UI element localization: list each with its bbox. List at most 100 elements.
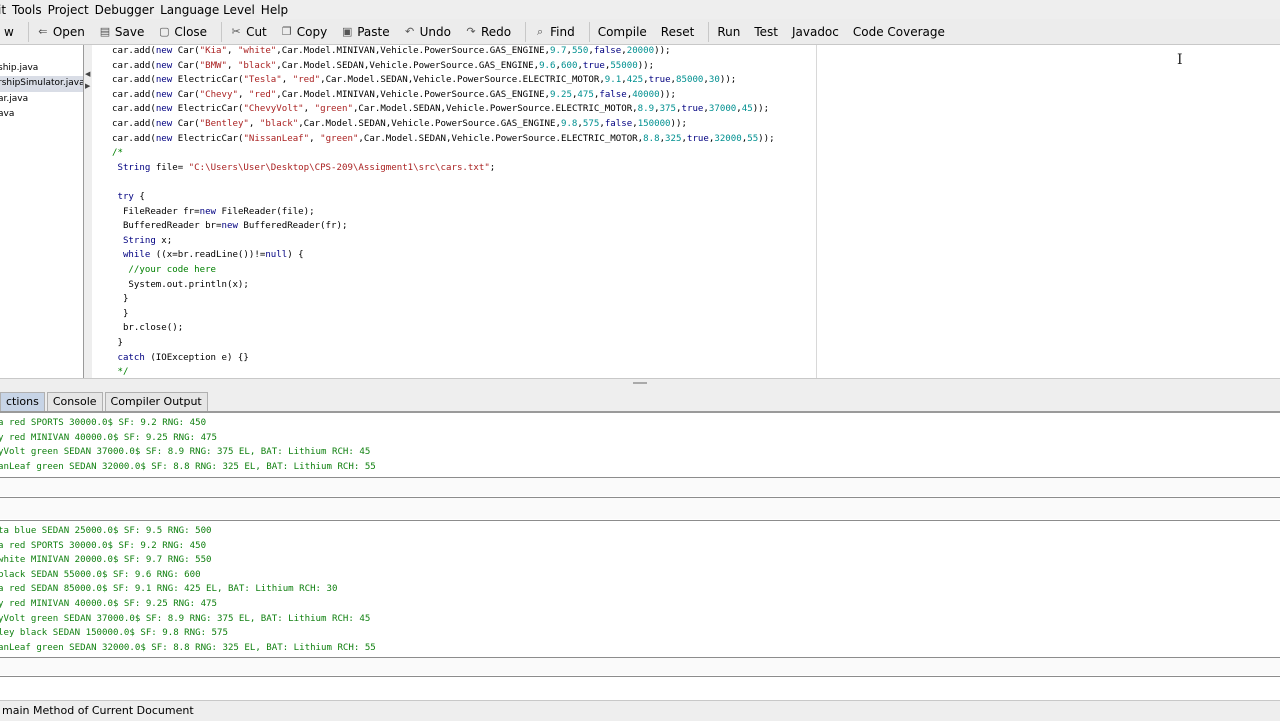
output-line: y red MINIVAN 40000.0$ SF: 9.25 RNG: 475	[0, 599, 217, 609]
code-line: }	[112, 294, 129, 305]
toolbar-button-9[interactable]: ↷ Redo	[461, 20, 515, 43]
toolbar-button-13[interactable]: Run	[713, 20, 744, 43]
status-bar: main Method of Current Document	[0, 700, 1280, 721]
code-line: */	[112, 367, 129, 378]
toolbar-button-2[interactable]: ⇐ Open	[33, 20, 89, 43]
code-line: br.close();	[112, 323, 184, 334]
splitter-grip-icon[interactable]	[633, 382, 647, 384]
code-line: catch (IOException e) {}	[117, 352, 249, 363]
toolbar-button-label: Test	[754, 24, 778, 39]
code-line: /*	[112, 148, 123, 159]
code-line: }	[112, 308, 129, 319]
toolbar-button-11[interactable]: Compile	[594, 20, 651, 43]
toolbar-button-label: w	[4, 24, 14, 39]
toolbar-button-label: Javadoc	[791, 24, 839, 39]
toolbar-button-14[interactable]: Test	[750, 20, 782, 43]
toolbar-button-label: Compile	[597, 24, 647, 39]
toolbar-button-8[interactable]: ↶ Undo	[400, 20, 455, 43]
code-line: car.add(new ElectricCar("NissanLeaf", "g…	[112, 133, 775, 144]
splitter-expand-icon[interactable]: ▶	[85, 82, 90, 90]
interactions-output-top: a red SPORTS 30000.0$ SF: 9.2 RNG: 450 y …	[0, 413, 1280, 475]
toolbar-separator	[588, 21, 590, 42]
code-line: try {	[117, 192, 145, 202]
menu-item-1[interactable]: it	[0, 3, 12, 17]
toolbar-button-16[interactable]: Code Coverage	[849, 20, 949, 43]
code-line: car.add(new Car("Chevy", "red",Car.Model…	[112, 89, 677, 100]
menu-bar: itToolsProjectDebuggerLanguage LevelHelp	[0, 0, 1280, 19]
toolbar-button-1[interactable]: w	[0, 20, 18, 43]
paste-icon: ▣	[342, 25, 353, 38]
code-line: car.add(new Car("Bentley", "black",Car.M…	[112, 119, 687, 129]
output-line: a red SEDAN 85000.0$ SF: 9.1 RNG: 425 EL…	[0, 584, 338, 595]
output-line: ta blue SEDAN 25000.0$ SF: 9.5 RNG: 500	[0, 526, 212, 536]
file-list-panel: ship.javarshipSimulator.javaar.javaava ◀…	[0, 45, 84, 378]
toolbar-button-6[interactable]: ❐ Copy	[277, 20, 331, 43]
toolbar-button-4[interactable]: ▢ Close	[154, 20, 211, 43]
tab-2[interactable]: Console	[46, 392, 103, 411]
toolbar-button-label: Copy	[296, 24, 328, 39]
toolbar-button-10[interactable]: ⌕ Find	[530, 20, 579, 43]
toolbar-button-label: Open	[52, 24, 85, 39]
splitter-collapse-icon[interactable]: ◀	[85, 70, 90, 78]
toolbar-button-label: Run	[717, 24, 741, 39]
output-line: white MINIVAN 20000.0$ SF: 9.7 RNG: 550	[0, 555, 212, 566]
file-item[interactable]: rshipSimulator.java	[0, 76, 83, 92]
file-item[interactable]	[0, 45, 83, 61]
toolbar-button-label: Redo	[480, 24, 512, 39]
code-editor[interactable]: car.add(new Car("Kia", "white",Car.Model…	[92, 45, 1280, 378]
bottom-tabs: ctions Console Compiler Output	[0, 390, 1280, 413]
toolbar-button-label: Cut	[246, 24, 267, 39]
interactions-output-bottom: ta blue SEDAN 25000.0$ SF: 9.5 RNG: 500 a…	[0, 521, 1280, 656]
output-line: anLeaf green SEDAN 32000.0$ SF: 8.8 RNG:…	[0, 642, 376, 653]
toolbar-separator	[27, 21, 29, 42]
blank-area	[0, 478, 1280, 496]
tab-3[interactable]: Compiler Output	[104, 392, 208, 411]
cut-icon: ✂	[231, 25, 241, 38]
undo-icon: ↶	[405, 25, 415, 38]
status-text: main Method of Current Document	[2, 704, 194, 717]
blank-area	[0, 658, 1280, 675]
code-line: System.out.println(x);	[112, 279, 249, 290]
toolbar-button-15[interactable]: Javadoc	[788, 20, 843, 43]
toolbar-button-7[interactable]: ▣ Paste	[337, 20, 393, 43]
redo-icon: ↷	[466, 25, 476, 38]
code-line: }	[112, 338, 123, 348]
file-item[interactable]: ar.java	[0, 92, 83, 108]
toolbar-button-label: Paste	[357, 24, 390, 39]
menu-item-4[interactable]: Debugger	[95, 3, 160, 17]
code-line: while ((x=br.readLine())!=null) {	[122, 250, 304, 261]
toolbar-button-label: Reset	[660, 24, 695, 39]
output-line: black SEDAN 55000.0$ SF: 9.6 RNG: 600	[0, 569, 201, 580]
output-line: y red MINIVAN 40000.0$ SF: 9.25 RNG: 475	[0, 432, 217, 443]
vertical-splitter[interactable]: ◀ ▶	[84, 45, 92, 378]
code-line: car.add(new Car("BMW", "black",Car.Model…	[112, 60, 655, 71]
toolbar-button-12[interactable]: Reset	[657, 20, 699, 43]
code-line: //your code here	[112, 265, 217, 275]
menu-item-6[interactable]: Help	[261, 3, 294, 17]
code-line: car.add(new Car("Kia", "white",Car.Model…	[112, 46, 671, 56]
code-line: BufferedReader br=new BufferedReader(fr)…	[112, 221, 348, 232]
divider	[0, 676, 1280, 677]
tab-1[interactable]: ctions	[0, 392, 45, 411]
toolbar-separator	[708, 21, 710, 42]
file-item[interactable]: ship.java	[0, 61, 83, 77]
code-line: car.add(new ElectricCar("Tesla", "red",C…	[112, 75, 737, 86]
menu-item-5[interactable]: Language Level	[160, 3, 261, 17]
close-file-icon: ▢	[159, 25, 170, 38]
code-line: String x;	[122, 235, 173, 246]
print-margin-line	[816, 45, 817, 378]
menu-item-3[interactable]: Project	[48, 3, 95, 17]
output-line: anLeaf green SEDAN 32000.0$ SF: 8.8 RNG:…	[0, 461, 376, 472]
code-line: String file= "C:\Users\User\Desktop\CPS-…	[117, 162, 496, 173]
output-line: ley black SEDAN 150000.0$ SF: 9.8 RNG: 5…	[0, 628, 228, 639]
code-line: car.add(new ElectricCar("ChevyVolt", "gr…	[112, 104, 770, 115]
toolbar-separator	[221, 21, 223, 42]
output-line: yVolt green SEDAN 37000.0$ SF: 8.9 RNG: …	[0, 447, 371, 458]
copy-icon: ❐	[281, 25, 292, 38]
toolbar-button-3[interactable]: ▤ Save	[95, 20, 148, 43]
toolbar-button-5[interactable]: ✂ Cut	[226, 20, 271, 43]
toolbar-button-label: Close	[174, 24, 208, 39]
file-item[interactable]: ava	[0, 107, 83, 123]
output-line: yVolt green SEDAN 37000.0$ SF: 8.9 RNG: …	[0, 613, 371, 624]
menu-item-2[interactable]: Tools	[12, 3, 48, 17]
